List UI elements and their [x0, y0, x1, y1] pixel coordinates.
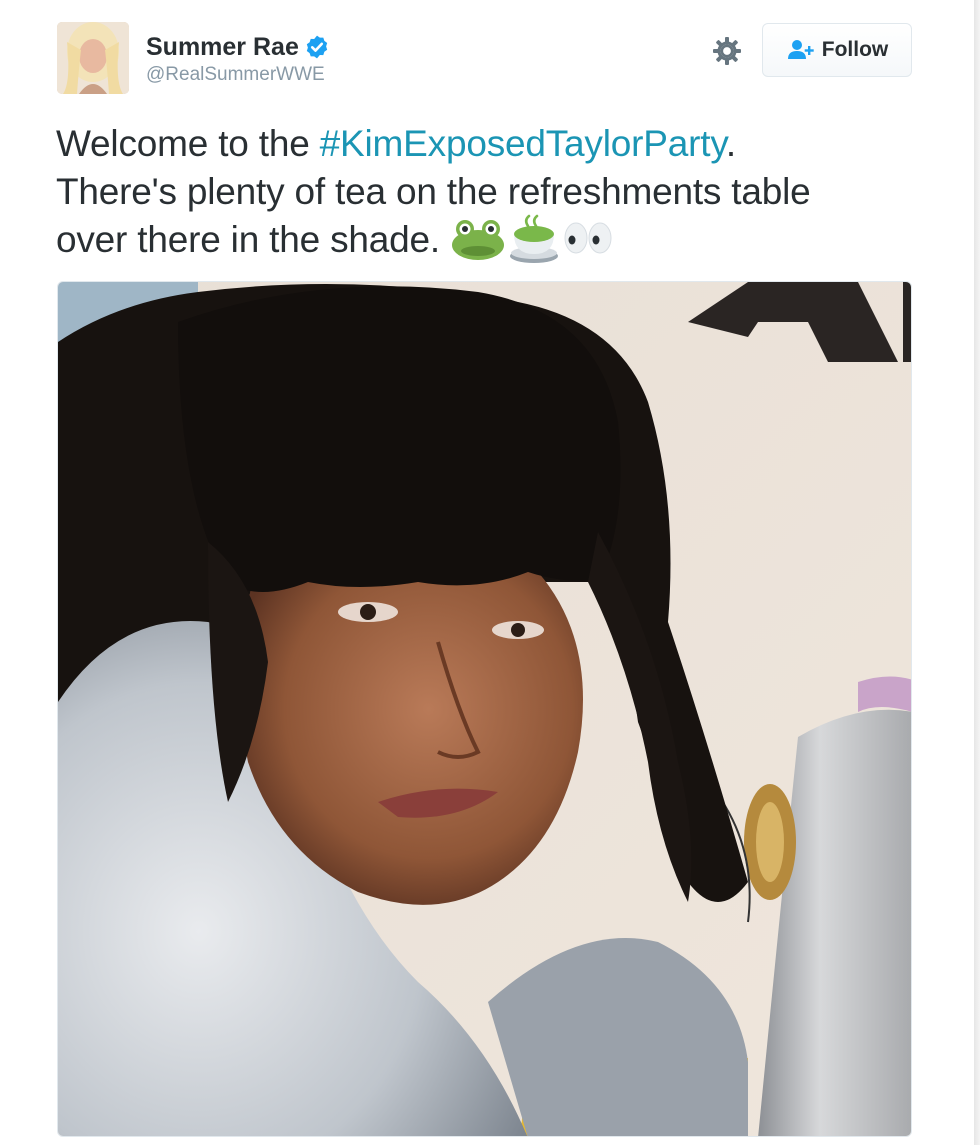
attached-photo[interactable] [57, 281, 912, 1137]
gear-icon[interactable] [711, 35, 743, 67]
add-user-icon [787, 40, 814, 59]
tweet-line-2: There's plenty of tea on the refreshment… [56, 171, 811, 212]
verified-badge-icon [306, 35, 328, 59]
tweet-line-3: over there in the shade. [56, 214, 926, 264]
tweet-text-segment: . [725, 123, 736, 164]
window-edge [974, 0, 980, 1145]
tweet-text: Welcome to the #KimExposedTaylorParty. T… [56, 120, 926, 264]
user-handle[interactable]: @RealSummerWWE [146, 64, 330, 86]
tweet-line-1: Welcome to the #KimExposedTaylorParty. [56, 120, 926, 168]
tweet-text-segment: over there in the shade. [56, 219, 440, 260]
tweet-text-segment: Welcome to the [56, 123, 320, 164]
eyes-emoji [564, 222, 612, 254]
avatar[interactable] [57, 22, 129, 94]
display-name[interactable]: Summer Rae [146, 33, 299, 62]
follow-label: Follow [821, 38, 889, 61]
frog-face-emoji [452, 220, 505, 261]
tweet-card: Summer Rae @RealSummerWWE Follow Welcome… [0, 0, 980, 1145]
hashtag-link[interactable]: #KimExposedTaylorParty [320, 123, 726, 164]
follow-button[interactable]: Follow [762, 23, 912, 77]
tea-cup-emoji [510, 214, 559, 264]
user-info: Summer Rae @RealSummerWWE [146, 30, 330, 86]
